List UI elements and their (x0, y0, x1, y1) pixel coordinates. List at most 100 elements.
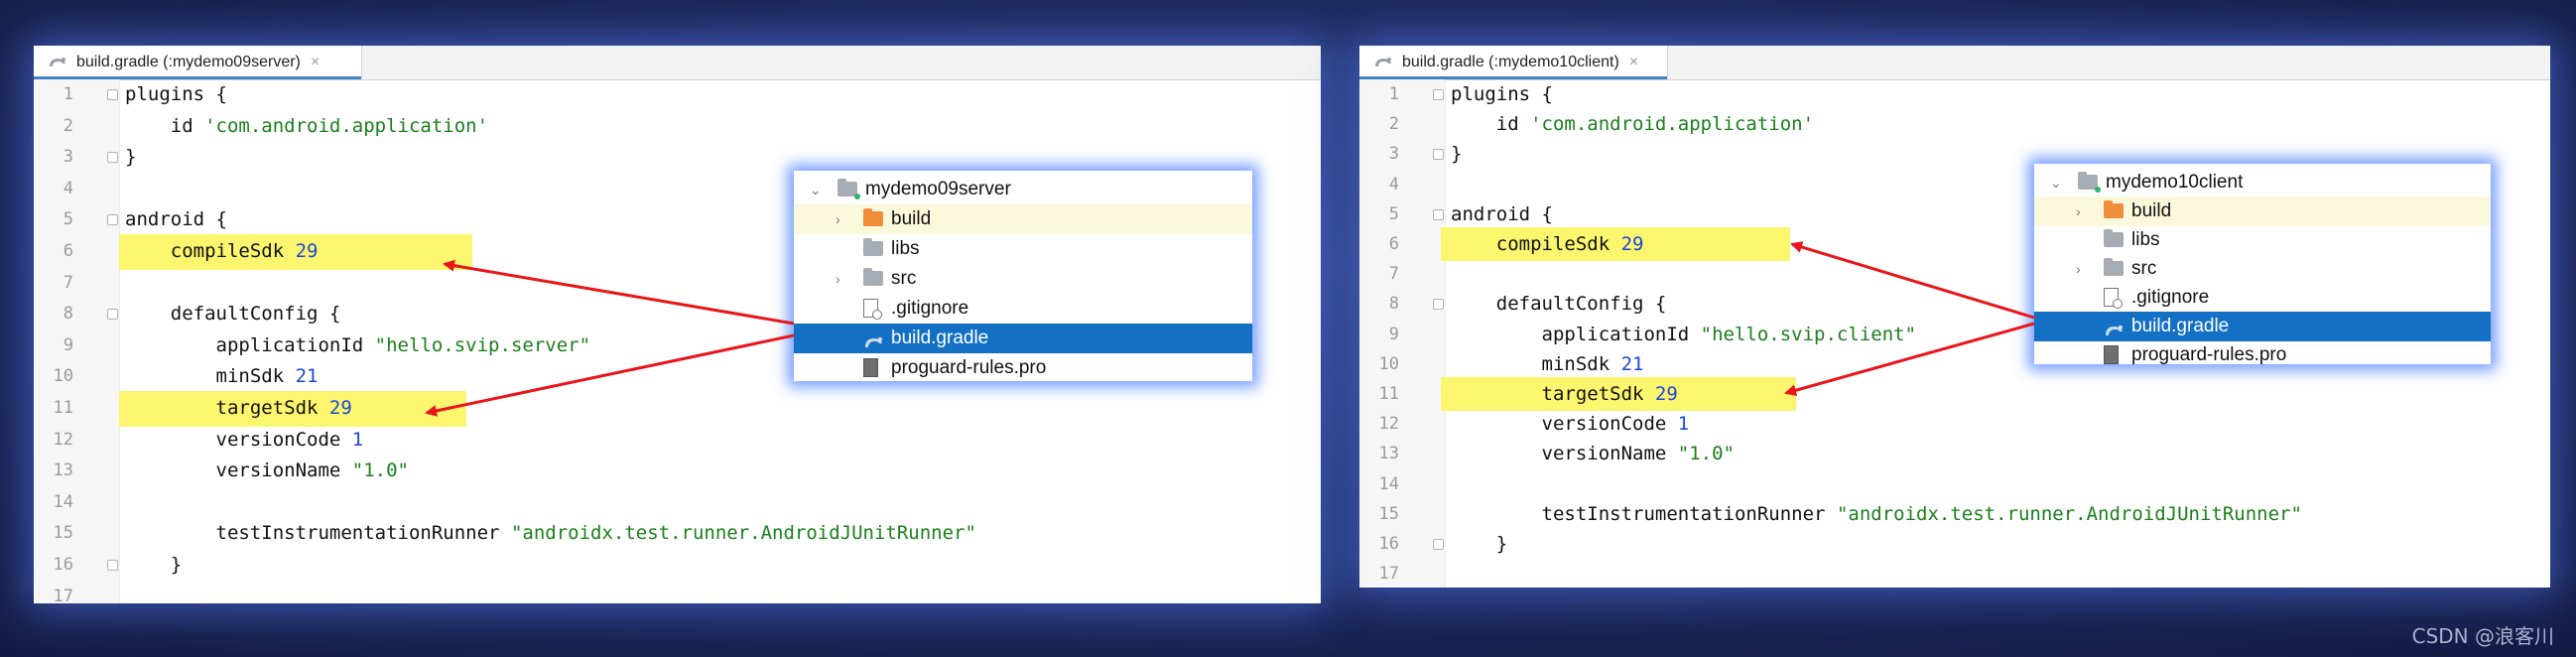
tree-item-label: .gitignore (2131, 287, 2210, 308)
fold-marker-icon[interactable] (107, 152, 118, 164)
line-number: 10 (53, 366, 73, 387)
tree-item-label: build (2131, 200, 2172, 221)
tree-item-src[interactable]: › src (794, 264, 1252, 294)
line-number: 7 (63, 272, 73, 293)
code-text: id 'com.android.application' (125, 111, 488, 142)
project-tree-popup: ⌄ mydemo09server › build libs › src .gitignore b… (794, 171, 1252, 381)
code-text: } (125, 550, 182, 581)
tree-item-gitignore[interactable]: .gitignore (2034, 283, 2491, 313)
line-number: 2 (1388, 114, 1399, 135)
chevron-right-icon[interactable]: › (836, 264, 840, 294)
line-number: 5 (63, 209, 73, 230)
code-line: 3} (34, 142, 1321, 173)
code-text: versionCode 1 (1451, 409, 1690, 440)
code-text: compileSdk 29 (1451, 229, 1644, 260)
folder-icon (2104, 258, 2124, 276)
folder-icon (863, 268, 883, 286)
code-token: plugins { (1451, 83, 1553, 105)
code-text: applicationId "hello.svip.server" (125, 330, 591, 361)
code-token: } (125, 554, 183, 576)
tree-item-label: libs (891, 238, 920, 259)
tree-item-label: proguard-rules.pro (891, 357, 1047, 378)
code-line: 17 (34, 582, 1321, 603)
code-line: 13 versionName "1.0" (1359, 439, 2550, 469)
fold-marker-icon[interactable] (107, 309, 118, 321)
close-icon[interactable]: × (311, 54, 320, 71)
tab-title: build.gradle (:mydemo10client) (1402, 54, 1619, 70)
tab-build-gradle-client[interactable]: build.gradle (:mydemo10client) × (1359, 46, 1668, 79)
line-number: 8 (63, 304, 73, 325)
chevron-down-icon[interactable]: ⌄ (2050, 168, 2062, 197)
tab-build-gradle-server[interactable]: build.gradle (:mydemo09server) × (34, 46, 362, 79)
gradle-icon (1375, 58, 1391, 66)
chevron-right-icon[interactable]: › (2076, 254, 2081, 284)
tab-title: build.gradle (:mydemo09server) (76, 54, 301, 70)
tree-item-proguard-rules-pro[interactable]: proguard-rules.pro (794, 353, 1252, 383)
fold-marker-icon[interactable] (1433, 539, 1444, 550)
line-number: 10 (1378, 353, 1399, 374)
fold-marker-icon[interactable] (107, 89, 118, 100)
module-folder-icon (2078, 172, 2101, 193)
code-text: versionName "1.0" (125, 456, 409, 486)
tree-item-build-gradle[interactable]: build.gradle (2034, 312, 2491, 341)
editor-tab-bar: build.gradle (:mydemo10client) × (1359, 46, 2550, 80)
line-number: 15 (1378, 503, 1399, 524)
tree-item-mydemo10client[interactable]: ⌄ mydemo10client (2034, 168, 2491, 197)
tree-item-libs[interactable]: libs (794, 234, 1252, 264)
code-line: 2 id 'com.android.application' (34, 111, 1321, 142)
number-literal: 21 (295, 365, 319, 388)
code-token: applicationId (1451, 323, 1701, 345)
close-icon[interactable]: × (1629, 54, 1638, 71)
chevron-down-icon[interactable]: ⌄ (810, 175, 822, 204)
editor-tab-bar: build.gradle (:mydemo09server) × (34, 46, 1321, 80)
code-text: targetSdk 29 (125, 393, 352, 424)
line-number: 4 (1388, 174, 1399, 195)
code-text: versionCode 1 (125, 425, 364, 456)
tree-item-gitignore[interactable]: .gitignore (794, 294, 1252, 324)
folder-icon (863, 238, 883, 256)
string-literal: "1.0" (1677, 443, 1735, 465)
chevron-right-icon[interactable]: › (836, 204, 840, 234)
code-text: plugins { (125, 79, 227, 110)
code-token: android { (125, 208, 227, 231)
fold-marker-icon[interactable] (1433, 149, 1444, 161)
string-literal: "androidx.test.runner.AndroidJUnitRunner… (1836, 502, 2302, 525)
line-number: 16 (1378, 534, 1399, 554)
tree-item-build-gradle[interactable]: build.gradle (794, 324, 1252, 353)
build-folder-icon (863, 208, 883, 226)
code-text: minSdk 21 (125, 361, 319, 392)
code-token: defaultConfig { (125, 303, 341, 326)
fold-marker-icon[interactable] (1433, 89, 1444, 100)
number-literal: 21 (1620, 352, 1644, 375)
code-line: 12 versionCode 1 (34, 425, 1321, 456)
code-token: } (1451, 533, 1508, 555)
fold-marker-icon[interactable] (107, 560, 118, 571)
code-line: 14 (1359, 469, 2550, 500)
file-icon (2104, 345, 2119, 365)
code-line: 1 plugins { (34, 79, 1321, 110)
code-line: 2 id 'com.android.application' (1359, 109, 2550, 140)
code-token: testInstrumentationRunner (125, 522, 511, 545)
fold-marker-icon[interactable] (107, 214, 118, 226)
line-number: 5 (1388, 203, 1399, 224)
tree-item-src[interactable]: › src (2034, 254, 2491, 284)
file-icon (863, 358, 878, 378)
tree-item-build[interactable]: › build (794, 204, 1252, 234)
code-line: 11 targetSdk 29 (34, 391, 1321, 427)
line-number: 11 (1378, 384, 1399, 404)
line-number: 17 (53, 586, 73, 603)
chevron-right-icon[interactable]: › (2076, 197, 2081, 226)
tree-item-proguard-rules-pro[interactable]: proguard-rules.pro (2034, 340, 2491, 370)
fold-marker-icon[interactable] (1433, 208, 1444, 220)
tree-item-mydemo09server[interactable]: ⌄ mydemo09server (794, 175, 1252, 204)
line-number: 13 (53, 460, 73, 481)
code-token: } (125, 146, 137, 169)
code-line: 16 } (34, 550, 1321, 581)
code-token: defaultConfig { (1451, 293, 1667, 316)
line-number: 3 (1388, 144, 1399, 165)
fold-marker-icon[interactable] (1433, 299, 1444, 311)
code-line: 15 testInstrumentationRunner "androidx.t… (1359, 499, 2550, 530)
code-text: defaultConfig { (125, 299, 341, 329)
tree-item-build[interactable]: › build (2034, 197, 2491, 226)
tree-item-libs[interactable]: libs (2034, 225, 2491, 255)
